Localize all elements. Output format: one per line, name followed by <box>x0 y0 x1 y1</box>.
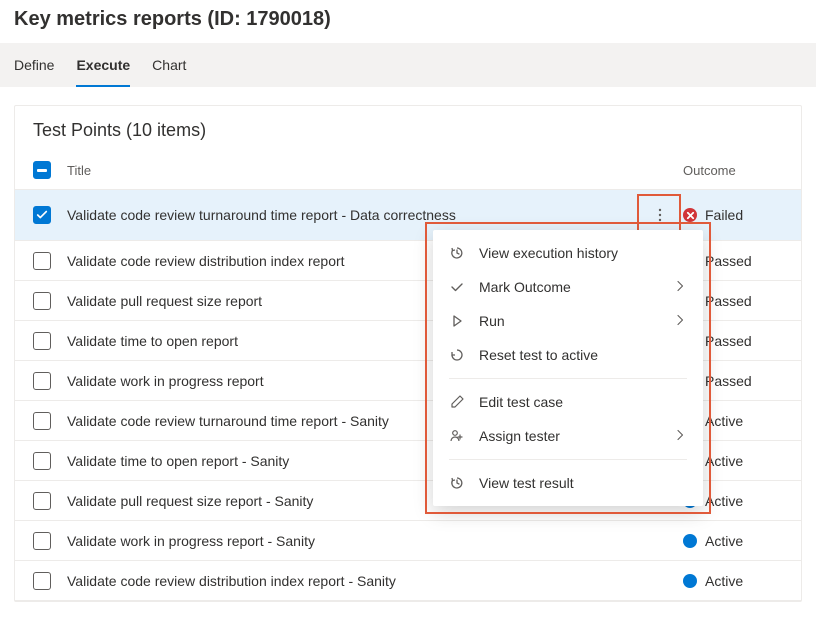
table-row[interactable]: Validate code review distribution index … <box>15 561 801 601</box>
menu-item-label: View test result <box>479 475 687 491</box>
history-icon <box>449 245 465 261</box>
context-menu: View execution history Mark Outcome Run Res… <box>433 230 703 506</box>
failed-icon <box>683 208 697 222</box>
menu-item-run[interactable]: Run <box>433 304 703 338</box>
menu-item-mark-outcome[interactable]: Mark Outcome <box>433 270 703 304</box>
tab-define[interactable]: Define <box>14 43 54 87</box>
outcome-label: Passed <box>705 293 752 309</box>
menu-separator <box>449 459 687 460</box>
page-title: Key metrics reports (ID: 1790018) <box>0 0 816 43</box>
outcome-label: Passed <box>705 373 752 389</box>
tab-chart[interactable]: Chart <box>152 43 186 87</box>
table-row[interactable]: Validate work in progress report - Sanit… <box>15 521 801 561</box>
tab-execute[interactable]: Execute <box>76 43 130 87</box>
row-checkbox[interactable] <box>33 252 51 270</box>
menu-item-assign-tester[interactable]: Assign tester <box>433 419 703 453</box>
row-checkbox[interactable] <box>33 332 51 350</box>
row-checkbox[interactable] <box>33 412 51 430</box>
history-icon <box>449 475 465 491</box>
table-row[interactable]: Validate code review turnaround time rep… <box>15 190 801 241</box>
rows-container: Validate code review turnaround time rep… <box>15 190 801 601</box>
tab-bar: Define Execute Chart <box>0 43 816 87</box>
menu-item-view-execution-history[interactable]: View execution history <box>433 236 703 270</box>
column-header-title[interactable]: Title <box>67 163 683 178</box>
row-title[interactable]: Validate code review distribution index … <box>67 573 637 589</box>
pencil-icon <box>449 394 465 410</box>
menu-item-label: Edit test case <box>479 394 687 410</box>
outcome-label: Active <box>705 573 743 589</box>
assign-icon <box>449 428 465 444</box>
menu-item-label: View execution history <box>479 245 687 261</box>
active-icon <box>683 574 697 588</box>
row-checkbox[interactable] <box>33 452 51 470</box>
outcome-label: Active <box>705 493 743 509</box>
menu-item-label: Assign tester <box>479 428 661 444</box>
reset-icon <box>449 347 465 363</box>
test-points-panel: Test Points (10 items) Title Outcome Val… <box>14 105 802 602</box>
row-checkbox[interactable] <box>33 492 51 510</box>
row-checkbox[interactable] <box>33 372 51 390</box>
row-title[interactable]: Validate work in progress report - Sanit… <box>67 533 637 549</box>
list-header: Title Outcome <box>15 151 801 190</box>
play-icon <box>449 313 465 329</box>
row-title[interactable]: Validate code review turnaround time rep… <box>67 207 637 223</box>
outcome-label: Active <box>705 453 743 469</box>
row-checkbox[interactable] <box>33 532 51 550</box>
active-icon <box>683 534 697 548</box>
outcome-label: Failed <box>705 207 743 223</box>
row-checkbox[interactable] <box>33 292 51 310</box>
menu-item-label: Mark Outcome <box>479 279 661 295</box>
column-header-outcome[interactable]: Outcome <box>683 163 783 178</box>
check-icon <box>449 279 465 295</box>
row-more-actions-button[interactable] <box>645 200 675 230</box>
menu-item-edit-test-case[interactable]: Edit test case <box>433 385 703 419</box>
menu-item-label: Reset test to active <box>479 347 687 363</box>
menu-item-view-test-result[interactable]: View test result <box>433 466 703 500</box>
chevron-right-icon <box>675 428 687 444</box>
outcome-label: Active <box>705 413 743 429</box>
panel-title: Test Points (10 items) <box>15 106 801 151</box>
menu-item-label: Run <box>479 313 661 329</box>
row-checkbox[interactable] <box>33 572 51 590</box>
select-all-checkbox[interactable] <box>33 161 51 179</box>
chevron-right-icon <box>675 313 687 329</box>
outcome-label: Active <box>705 533 743 549</box>
outcome-label: Passed <box>705 253 752 269</box>
chevron-right-icon <box>675 279 687 295</box>
outcome-label: Passed <box>705 333 752 349</box>
row-checkbox[interactable] <box>33 206 51 224</box>
menu-item-reset-test-to-active[interactable]: Reset test to active <box>433 338 703 372</box>
menu-separator <box>449 378 687 379</box>
